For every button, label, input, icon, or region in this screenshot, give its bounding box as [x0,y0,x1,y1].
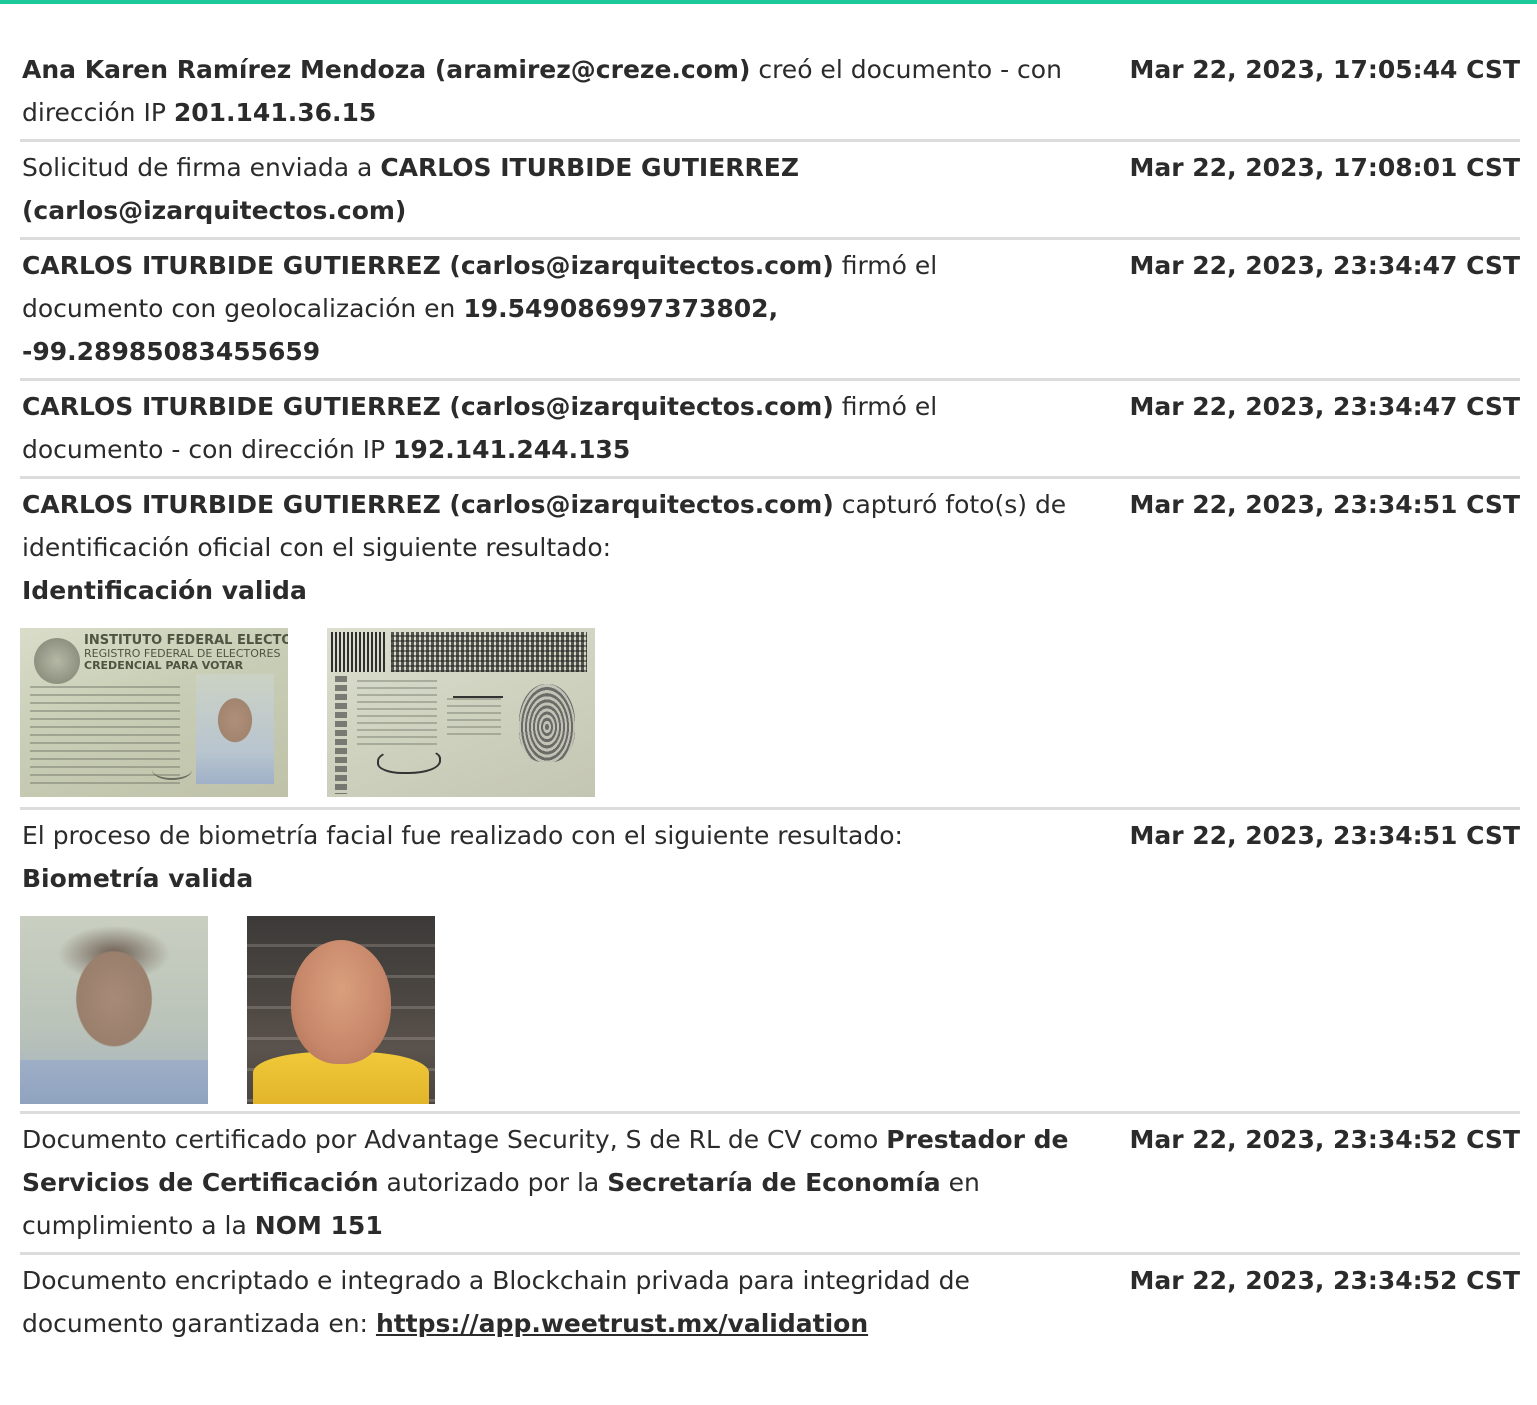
id-result: Identificación valida [22,576,307,605]
actor: CARLOS ITURBIDE GUTIERREZ (carlos@izarqu… [22,251,834,280]
audit-log: Ana Karen Ramírez Mendoza (aramirez@crez… [20,44,1520,1350]
id-face-photo[interactable] [20,916,208,1104]
id-photos: INSTITUTO FEDERAL ELECTORAL REGISTRO FED… [20,612,1520,802]
entry-timestamp: Mar 22, 2023, 23:34:51 CST [1129,490,1521,519]
entry-timestamp: Mar 22, 2023, 17:05:44 CST [1129,55,1521,84]
log-entry-signature-request: Solicitud de firma enviada a CARLOS ITUR… [20,142,1520,240]
entry-description: CARLOS ITURBIDE GUTIERREZ (carlos@izarqu… [22,385,1077,471]
actor: CARLOS ITURBIDE GUTIERREZ (carlos@izarqu… [22,490,834,519]
ine-portrait [196,674,274,784]
face [291,940,391,1064]
top-accent-bar [0,0,1537,4]
log-entry-certification: Documento certificado por Advantage Secu… [20,1114,1520,1255]
ip-address: 192.141.244.135 [393,435,631,464]
back-text-lines [357,680,437,750]
seal-icon [34,638,80,684]
actor: CARLOS ITURBIDE GUTIERREZ (carlos@izarqu… [22,392,834,421]
fingerprint-icon [519,684,575,762]
shirt [20,1060,208,1104]
ine-front-photo[interactable]: INSTITUTO FEDERAL ELECTORAL REGISTRO FED… [20,628,288,797]
entry-timestamp: Mar 22, 2023, 17:08:01 CST [1129,153,1521,182]
signature-mark [453,680,503,698]
ine-title: INSTITUTO FEDERAL ELECTORAL [84,633,288,648]
authority: Secretaría de Economía [607,1168,941,1197]
log-entry-document-created: Ana Karen Ramírez Mendoza (aramirez@crez… [20,44,1520,142]
ine-back-photo[interactable] [327,628,595,797]
back-text-lines-2 [447,698,501,738]
entry-description: Ana Karen Ramírez Mendoza (aramirez@crez… [22,48,1077,134]
entry-timestamp: Mar 22, 2023, 23:34:52 CST [1129,1266,1521,1295]
log-entry-id-capture: CARLOS ITURBIDE GUTIERREZ (carlos@izarqu… [20,479,1520,810]
serial-number [335,676,347,794]
face-photos [20,900,1520,1106]
actor: Ana Karen Ramírez Mendoza (aramirez@crez… [22,55,751,84]
live-face-photo[interactable] [247,916,435,1104]
biometric-result: Biometría valida [22,864,254,893]
qr-code-icon [391,632,587,672]
signature-mark-2 [377,748,441,774]
desc-text: autorizado por la [378,1168,608,1197]
entry-timestamp: Mar 22, 2023, 23:34:47 CST [1129,392,1521,421]
barcode-icon [331,632,387,672]
desc-text: El proceso de biometría facial fue reali… [22,821,903,850]
entry-timestamp: Mar 22, 2023, 23:34:51 CST [1129,821,1521,850]
desc-text: Solicitud de firma enviada a [22,153,381,182]
entry-description: El proceso de biometría facial fue reali… [22,814,1077,900]
log-entry-blockchain: Documento encriptado e integrado a Block… [20,1255,1520,1350]
entry-description: Solicitud de firma enviada a CARLOS ITUR… [22,146,1077,232]
ine-header: INSTITUTO FEDERAL ELECTORAL REGISTRO FED… [84,634,288,672]
entry-description: Documento certificado por Advantage Secu… [22,1118,1077,1247]
entry-description: CARLOS ITURBIDE GUTIERREZ (carlos@izarqu… [22,244,1077,373]
ine-card-type: CREDENCIAL PARA VOTAR [84,659,244,672]
validation-link[interactable]: https://app.weetrust.mx/validation [376,1309,868,1338]
log-entry-signed-ip: CARLOS ITURBIDE GUTIERREZ (carlos@izarqu… [20,381,1520,479]
norm: NOM 151 [254,1211,383,1240]
ip-address: 201.141.36.15 [173,98,377,127]
log-entry-biometrics: El proceso de biometría facial fue reali… [20,810,1520,1114]
entry-timestamp: Mar 22, 2023, 23:34:52 CST [1129,1125,1521,1154]
log-entry-signed-geolocation: CARLOS ITURBIDE GUTIERREZ (carlos@izarqu… [20,240,1520,381]
entry-description: CARLOS ITURBIDE GUTIERREZ (carlos@izarqu… [22,483,1077,612]
entry-timestamp: Mar 22, 2023, 23:34:47 CST [1129,251,1521,280]
signature-mark [152,760,192,780]
desc-text: Documento certificado por Advantage Secu… [22,1125,887,1154]
entry-description: Documento encriptado e integrado a Block… [22,1259,1077,1345]
